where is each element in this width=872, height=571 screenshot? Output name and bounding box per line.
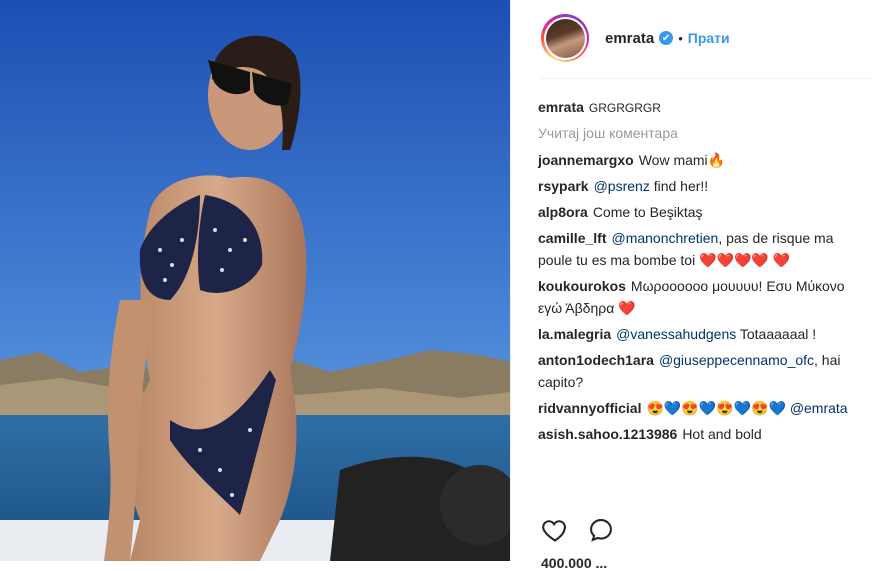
comment-username[interactable]: alp8ora (538, 204, 588, 220)
instagram-post-view: emrata ✔ • Прати emrata GRGRGRGR Учитај ј… (0, 0, 872, 571)
load-more-comments-link[interactable]: Учитај још коментара (538, 125, 858, 141)
comment-item: la.malegria @vanessahudgens Totaaaaaal ! (538, 323, 858, 345)
comment-username[interactable]: la.malegria (538, 326, 611, 342)
comment-item: koukourokos Μωροοοοοο μουυυυ! Εσυ Μύκονο … (538, 275, 858, 319)
comment-item: anton1odech1ara @giuseppecennamo_ofc, hai… (538, 349, 858, 393)
avatar-image (545, 18, 585, 58)
comment-text: find her!! (649, 178, 709, 194)
comment-item: alp8ora Come to Beşiktaş (538, 201, 858, 223)
comment-mention[interactable]: @manonchretien (611, 230, 718, 246)
post-photo[interactable] (0, 0, 510, 561)
post-sidebar: emrata ✔ • Прати emrata GRGRGRGR Учитај ј… (510, 0, 872, 571)
comment-username[interactable]: joannemargxo (538, 152, 634, 168)
caption-username[interactable]: emrata (538, 99, 584, 115)
comment-mention[interactable]: @vanessahudgens (616, 326, 736, 342)
comment-username[interactable]: koukourokos (538, 278, 626, 294)
comment-item: ridvannyofficial 😍💙😍💙😍💙😍💙 @emrata (538, 397, 858, 419)
comment-item: rsypark @psrenz find her!! (538, 175, 858, 197)
header-separator: • (678, 30, 683, 46)
post-header: emrata ✔ • Прати (511, 0, 872, 76)
comment-mention[interactable]: @psrenz (594, 178, 650, 194)
comment-username[interactable]: rsypark (538, 178, 589, 194)
comment-username[interactable]: asish.sahoo.1213986 (538, 426, 677, 442)
avatar-ring (543, 16, 587, 60)
comment-mention[interactable]: @giuseppecennamo_ofc (659, 352, 814, 368)
caption-text: GRGRGRGR (588, 101, 661, 115)
comment-bubble-icon[interactable] (587, 516, 615, 544)
comments-list: emrata GRGRGRGR Учитај још коментара joan… (538, 96, 858, 449)
comment-text: Wow mami🔥 (638, 152, 726, 168)
header-divider (541, 78, 872, 79)
comment-item: joannemargxo Wow mami🔥 (538, 149, 858, 171)
post-image (0, 0, 510, 561)
comment-text: Hot and bold (682, 426, 762, 442)
comment-username[interactable]: ridvannyofficial (538, 400, 641, 416)
post-actions (541, 516, 615, 544)
comment-text: Come to Beşiktaş (592, 204, 703, 220)
avatar[interactable] (541, 14, 589, 62)
caption: emrata GRGRGRGR (538, 96, 858, 119)
comment-text: Totaaaaaal ! (736, 326, 817, 342)
likes-count[interactable]: 400.000 ... (541, 555, 607, 571)
comment-mention[interactable]: @emrata (790, 400, 848, 416)
heart-outline-icon[interactable] (541, 516, 569, 544)
follow-button[interactable]: Прати (688, 30, 730, 46)
comment-item: camille_lft @manonchretien, pas de risque… (538, 227, 858, 271)
comment-username[interactable]: camille_lft (538, 230, 606, 246)
verified-badge-icon: ✔ (659, 31, 674, 45)
comment-text: 😍💙😍💙😍💙😍💙 (646, 400, 790, 416)
comment-item: asish.sahoo.1213986 Hot and bold (538, 423, 858, 445)
comment-username[interactable]: anton1odech1ara (538, 352, 654, 368)
header-username[interactable]: emrata (605, 30, 654, 47)
